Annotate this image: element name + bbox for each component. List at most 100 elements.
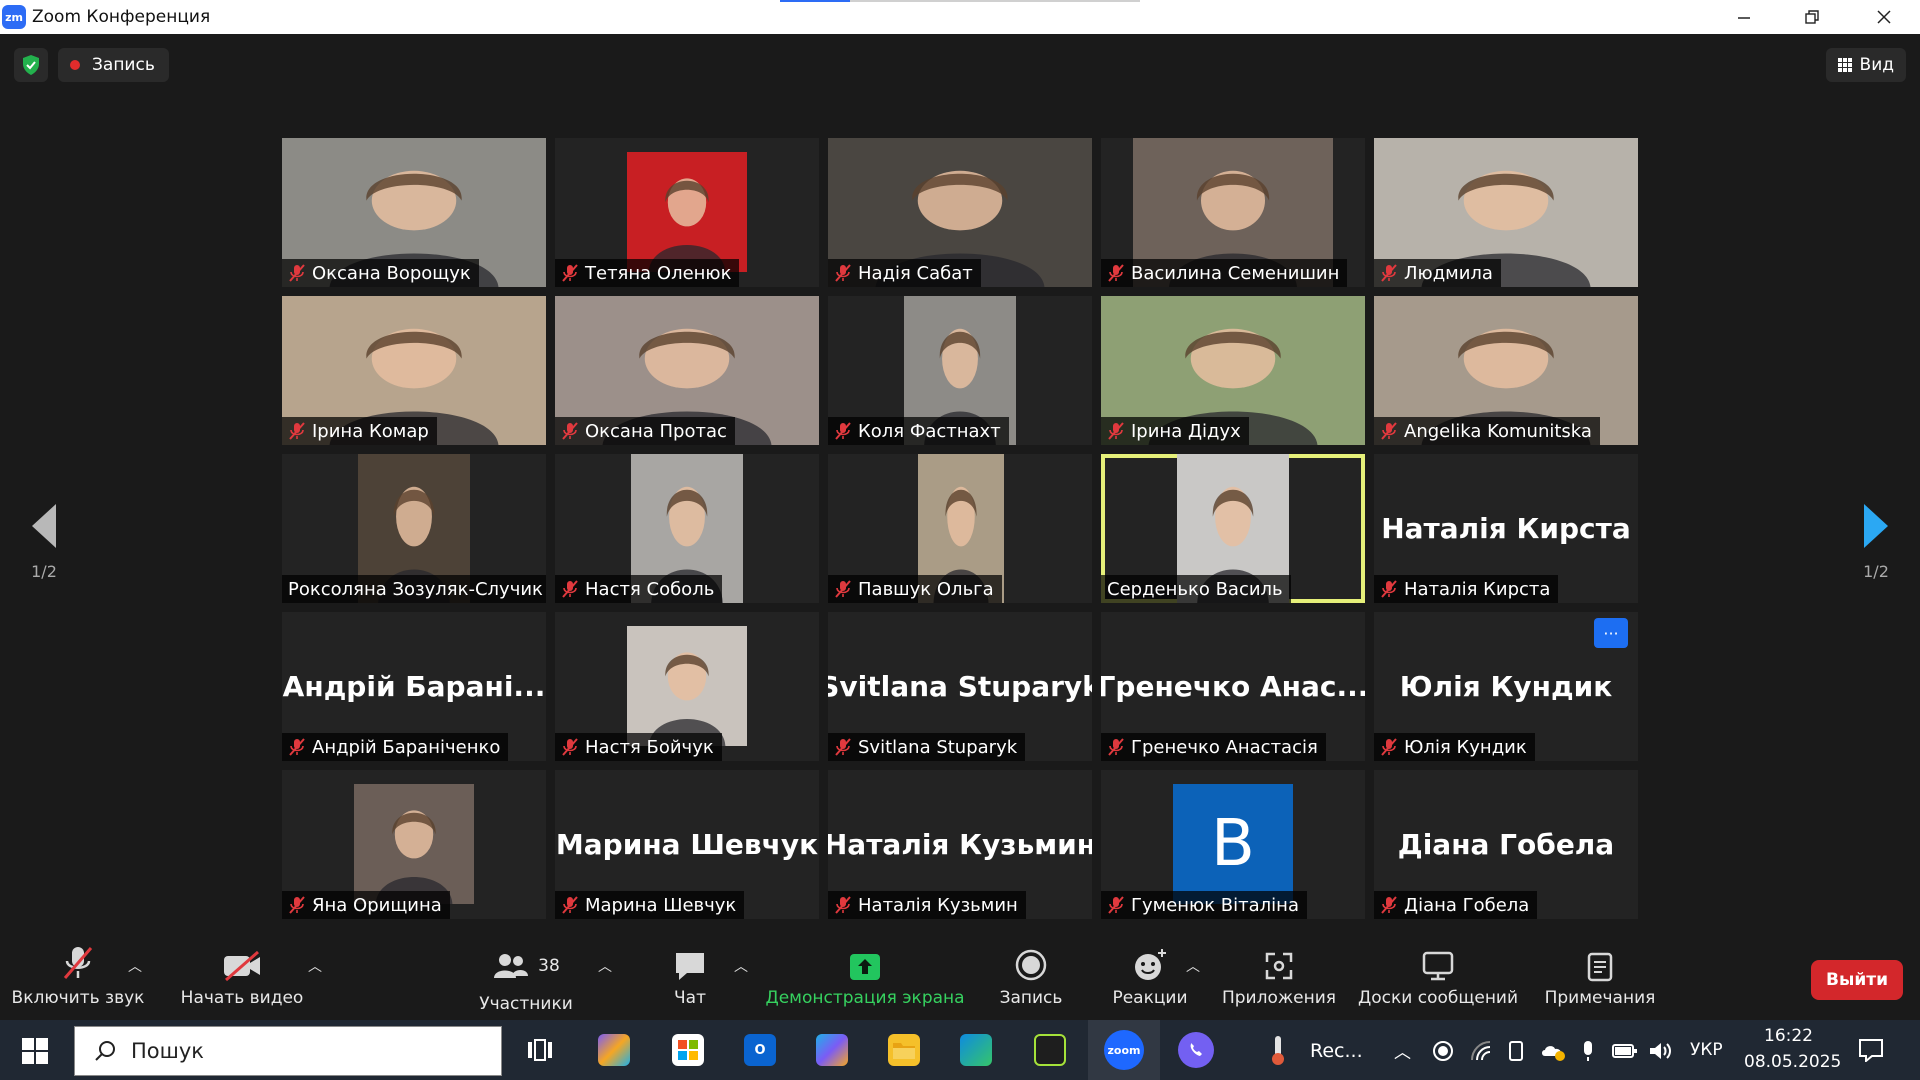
battery-icon[interactable] bbox=[1612, 1042, 1638, 1064]
participant-tile[interactable]: Ірина Дідух bbox=[1101, 296, 1365, 445]
grid-view-icon bbox=[1837, 58, 1852, 72]
input-language[interactable]: УКР bbox=[1690, 1040, 1723, 1060]
participant-name: Svitlana Stuparyk bbox=[858, 736, 1018, 758]
reactions-button[interactable]: Реакции bbox=[1108, 938, 1192, 1020]
notes-button[interactable]: Примечания bbox=[1544, 938, 1656, 1020]
unmute-button[interactable]: Включить звук bbox=[10, 938, 146, 1020]
participant-tile[interactable]: Настя Бойчук bbox=[555, 612, 819, 761]
participant-tile[interactable]: Марина Шевчук Марина Шевчук bbox=[555, 770, 819, 919]
muted-microphone-icon bbox=[288, 896, 306, 914]
participant-tile[interactable]: Яна Орищина bbox=[282, 770, 546, 919]
participant-tile[interactable]: B Гуменюк Віталіна bbox=[1101, 770, 1365, 919]
page-indicator-left: 1/2 bbox=[31, 562, 57, 581]
copilot-icon[interactable] bbox=[598, 1034, 630, 1066]
participant-namebar: Марина Шевчук bbox=[555, 891, 745, 919]
minimize-button[interactable] bbox=[1716, 0, 1772, 34]
participant-tile[interactable]: Роксоляна Зозуляк-Случик bbox=[282, 454, 546, 603]
participant-tile[interactable]: Серденько Василь bbox=[1101, 454, 1365, 603]
volume-icon[interactable] bbox=[1648, 1040, 1672, 1066]
participant-tile[interactable]: Оксана Ворощук bbox=[282, 138, 546, 287]
previous-page-button[interactable]: 1/2 bbox=[4, 504, 84, 581]
participant-tile[interactable]: Юлія Кундик ··· Юлія Кундик bbox=[1374, 612, 1638, 761]
microsoft-store-icon[interactable] bbox=[672, 1034, 704, 1066]
participants-button[interactable]: 38 Участники bbox=[474, 938, 578, 1020]
record-button[interactable]: Запись bbox=[990, 938, 1072, 1020]
apps-button[interactable]: Приложения bbox=[1222, 938, 1336, 1020]
more-options-button[interactable]: ··· bbox=[1594, 618, 1628, 648]
thermometer-icon[interactable] bbox=[1268, 1034, 1288, 1070]
chat-button[interactable]: Чат bbox=[660, 938, 720, 1020]
muted-microphone-icon bbox=[1380, 738, 1398, 756]
clock-time[interactable]: 16:22 bbox=[1764, 1026, 1813, 1046]
restore-button[interactable] bbox=[1784, 0, 1840, 34]
share-screen-button[interactable]: Демонстрация экрана bbox=[765, 938, 965, 1020]
participant-name: Настя Бойчук bbox=[585, 736, 714, 758]
encryption-shield-button[interactable] bbox=[14, 48, 48, 82]
view-button[interactable]: Вид bbox=[1825, 48, 1906, 82]
device-icon[interactable] bbox=[1506, 1040, 1526, 1066]
whiteboards-button[interactable]: Доски сообщений bbox=[1358, 938, 1518, 1020]
task-view-icon[interactable] bbox=[524, 1034, 556, 1066]
participant-name: Тетяна Оленюк bbox=[585, 262, 732, 284]
participant-tile[interactable]: Василина Семенишин bbox=[1101, 138, 1365, 287]
participant-tile[interactable]: Людмила bbox=[1374, 138, 1638, 287]
microphone-tray-icon[interactable] bbox=[1580, 1040, 1596, 1066]
close-button[interactable] bbox=[1856, 0, 1912, 34]
participant-tile[interactable]: Наталія Кирста Наталія Кирста bbox=[1374, 454, 1638, 603]
leave-button[interactable]: Выйти bbox=[1811, 960, 1903, 1000]
participant-tile[interactable]: Наталія Кузьмин Наталія Кузьмин bbox=[828, 770, 1092, 919]
reactions-label: Реакции bbox=[1112, 988, 1188, 1008]
participants-options-caret-icon[interactable]: ︿ bbox=[598, 956, 612, 976]
record-icon bbox=[1015, 949, 1047, 981]
notifications-icon[interactable] bbox=[1858, 1038, 1884, 1066]
participant-namebar: Настя Соболь bbox=[555, 575, 723, 603]
participant-tile[interactable]: Тетяна Оленюк bbox=[555, 138, 819, 287]
start-button[interactable] bbox=[22, 1038, 48, 1068]
record-label: Запись bbox=[999, 988, 1063, 1008]
clock-date[interactable]: 08.05.2025 bbox=[1744, 1052, 1841, 1072]
microsoft365-icon[interactable] bbox=[816, 1034, 848, 1066]
participant-tile[interactable]: Коля Фастнахт bbox=[828, 296, 1092, 445]
shield-icon bbox=[23, 55, 39, 75]
wifi-icon[interactable] bbox=[1470, 1040, 1492, 1066]
participant-tile[interactable]: Павшук Ольга bbox=[828, 454, 1092, 603]
taskbar-search[interactable]: Пошук bbox=[74, 1026, 502, 1076]
audio-options-caret-icon[interactable]: ︿ bbox=[128, 956, 142, 976]
participant-tile[interactable]: Андрій Барані... Андрій Бараніченко bbox=[282, 612, 546, 761]
file-explorer-icon[interactable] bbox=[888, 1034, 920, 1066]
participant-name: Angelika Komunitska bbox=[1404, 420, 1592, 442]
recording-label: Запись bbox=[92, 55, 155, 75]
participant-tile[interactable]: Оксана Протас bbox=[555, 296, 819, 445]
participant-video bbox=[354, 784, 474, 904]
edge-browser-icon[interactable] bbox=[960, 1034, 992, 1066]
participant-tile[interactable]: Діана Гобела Діана Гобела bbox=[1374, 770, 1638, 919]
muted-microphone-icon bbox=[1107, 264, 1125, 282]
muted-microphone-icon bbox=[288, 738, 306, 756]
participant-tile[interactable]: Надія Сабат bbox=[828, 138, 1092, 287]
viber-icon[interactable] bbox=[1178, 1032, 1214, 1068]
recording-indicator[interactable]: Запись bbox=[58, 48, 169, 82]
muted-microphone-icon bbox=[1107, 422, 1125, 440]
participant-tile[interactable]: Angelika Komunitska bbox=[1374, 296, 1638, 445]
tray-overflow-chevron-icon[interactable]: ︿ bbox=[1394, 1038, 1411, 1063]
start-video-button[interactable]: Начать видео bbox=[180, 938, 304, 1020]
chat-options-caret-icon[interactable]: ︿ bbox=[734, 956, 748, 976]
tray-record-icon[interactable] bbox=[1432, 1040, 1454, 1066]
search-icon bbox=[95, 1041, 115, 1061]
onedrive-icon[interactable] bbox=[1540, 1040, 1566, 1066]
participant-tile[interactable]: Svitlana Stuparyk Svitlana Stuparyk bbox=[828, 612, 1092, 761]
participant-name: Коля Фастнахт bbox=[858, 420, 1001, 442]
participant-name: Гренечко Анастасія bbox=[1131, 736, 1318, 758]
participant-tile[interactable]: Гренечко Анас... Гренечко Анастасія bbox=[1101, 612, 1365, 761]
participant-namebar: Гренечко Анастасія bbox=[1101, 733, 1326, 761]
recording-taskbar-label[interactable]: Rec... bbox=[1310, 1040, 1363, 1062]
participant-name: Юлія Кундик bbox=[1404, 736, 1527, 758]
next-page-button[interactable]: 1/2 bbox=[1836, 504, 1916, 581]
reactions-options-caret-icon[interactable]: ︿ bbox=[1186, 956, 1200, 976]
video-options-caret-icon[interactable]: ︿ bbox=[308, 956, 322, 976]
participant-tile[interactable]: Настя Соболь bbox=[555, 454, 819, 603]
participant-tile[interactable]: Ірина Комар bbox=[282, 296, 546, 445]
muted-microphone-icon bbox=[1380, 580, 1398, 598]
outlook-icon[interactable]: O bbox=[744, 1034, 776, 1066]
kaspersky-icon[interactable] bbox=[1034, 1034, 1066, 1066]
